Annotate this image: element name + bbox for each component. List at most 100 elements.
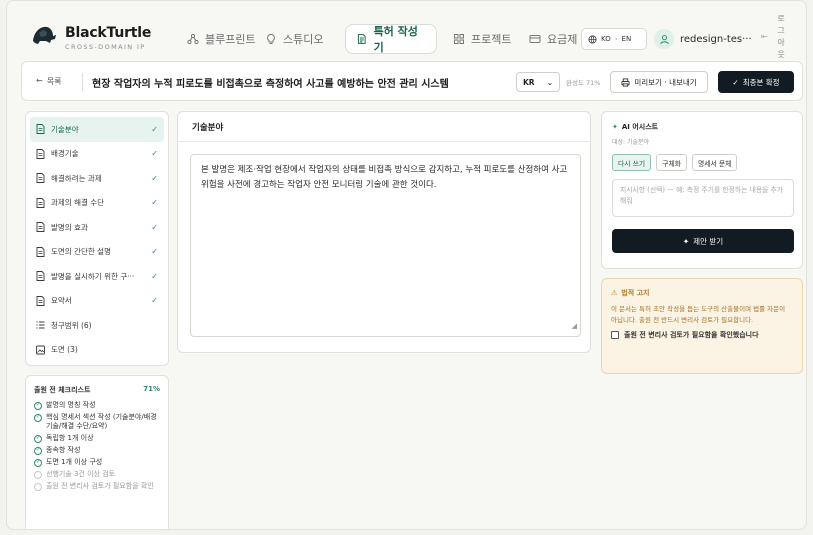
checklist-item-label: 독립항 1개 이상: [46, 434, 94, 442]
section-item-label: 발명의 효과: [51, 222, 88, 232]
document-icon: [36, 222, 45, 233]
section-item[interactable]: 도면 (3): [30, 338, 164, 363]
section-item[interactable]: 도면의 간단한 설명 ✓: [30, 240, 164, 265]
pre-filing-checklist: 출원 전 체크리스트 71% ✓ 발명의 명칭 작성 ✓ 핵심 명세서 섹션 작성 (…: [25, 375, 169, 529]
document-icon: [36, 197, 45, 208]
top-nav: BlackTurtle CROSS-DOMAIN IP 블루프린트 스튜디오 특…: [7, 1, 806, 59]
language-select[interactable]: KR ⌄: [516, 72, 560, 92]
section-item-label: 과제의 해결 수단: [51, 198, 105, 208]
preview-export-button[interactable]: 미리보기 · 내보내기: [610, 71, 708, 93]
section-item-label: 도면 (3): [51, 345, 78, 355]
checklist-percent: 71%: [143, 385, 160, 393]
document-title-bar: ← 목록 현장 작업자의 누적 피로도를 비접촉으로 측정하여 사고를 예방하는…: [21, 61, 803, 101]
legal-title-text: 법적 고지: [621, 289, 650, 297]
section-item-label: 배경기술: [51, 149, 79, 159]
section-list: 기술분야 ✓ 배경기술 ✓ 해결하려는 과제 ✓ 과제의 해결 수단 ✓ 발명의 효과 ✓ 도면의 …: [25, 111, 169, 366]
section-text: 본 발명은 제조·작업 현장에서 작업자의 상태를 비접촉 방식으로 감지하고,…: [201, 165, 568, 190]
section-item[interactable]: 청구범위 (6): [30, 313, 164, 338]
avatar: [654, 29, 674, 49]
section-item[interactable]: 해결하려는 과제 ✓: [30, 166, 164, 191]
attorney-review-checkbox[interactable]: 출원 전 변리사 검토가 필요함을 확인했습니다: [611, 330, 793, 340]
list-icon: [36, 320, 45, 330]
check-icon: ✓: [151, 296, 158, 306]
nav-tab-label: 프로젝트: [471, 33, 512, 46]
turtle-logo-icon: [33, 26, 56, 44]
section-item[interactable]: 과제의 해결 수단 ✓: [30, 191, 164, 216]
check-circle-icon: ✓: [34, 434, 42, 443]
checklist-item-label: 도면 1개 이상 구성: [46, 458, 103, 466]
document-icon: [36, 124, 45, 135]
checklist-item-label: 발명의 명칭 작성: [46, 401, 96, 409]
finalize-button[interactable]: ✓ 최종본 확정: [718, 71, 794, 93]
user-icon: [659, 34, 669, 44]
preview-label: 미리보기 · 내보내기: [634, 77, 697, 87]
document-title: 현장 작업자의 누적 피로도를 비접촉으로 측정하여 사고를 예방하는 안전 관…: [92, 79, 449, 90]
document-edit-icon: [357, 34, 366, 44]
check-icon: ✓: [151, 247, 158, 257]
lang-from: KO: [601, 35, 611, 43]
checklist-item-label: 종속항 작성: [46, 446, 81, 454]
nav-tab-patent-writer[interactable]: 특허 작성기: [345, 24, 437, 54]
back-to-list-link[interactable]: ← 목록: [36, 76, 61, 87]
get-suggestion-button[interactable]: ✦ 제안 받기: [612, 229, 794, 253]
lang-to: EN: [621, 35, 632, 43]
section-textarea[interactable]: 본 발명은 제조·작업 현장에서 작업자의 상태를 비접촉 방식으로 감지하고,…: [190, 154, 581, 337]
checklist-item-label: 핵심 명세서 섹션 작성 (기술분야/배경기술/해결 수단/요약): [46, 413, 157, 430]
document-icon: [36, 173, 45, 184]
resize-handle-icon[interactable]: ◢: [572, 319, 577, 334]
divider: [82, 73, 83, 91]
legal-notice-title: ⚠ 법적 고지: [611, 288, 793, 298]
mode-rewrite-button[interactable]: 다시 쓰기: [612, 154, 652, 171]
empty-circle-icon: [34, 482, 42, 491]
chevron-down-icon: ⌄: [546, 77, 553, 87]
checklist-header: 출원 전 체크리스트 71%: [34, 385, 160, 395]
checkbox-label: 출원 전 변리사 검토가 필요함을 확인했습니다: [624, 331, 759, 339]
nav-tab-label: 요금제: [547, 33, 578, 46]
check-icon: ✓: [151, 149, 158, 159]
logout-arrow-icon: ⇤: [761, 32, 768, 41]
document-icon: [36, 246, 45, 257]
language-toggle[interactable]: KO › EN: [581, 28, 647, 50]
completion-progress: 완성도 71%: [566, 79, 601, 87]
mode-spec-style-button[interactable]: 명세서 문체: [691, 154, 738, 171]
warning-icon: ⚠: [611, 289, 618, 297]
nav-tab-label: 블루프린트: [205, 33, 256, 46]
checkbox[interactable]: [611, 331, 619, 339]
check-circle-icon: ✓: [34, 458, 42, 467]
nav-tab-pricing[interactable]: 요금제: [519, 24, 587, 54]
section-item[interactable]: 배경기술 ✓: [30, 142, 164, 167]
check-circle-icon: ✓: [34, 446, 42, 455]
nav-tab-projects[interactable]: 프로젝트: [443, 24, 521, 54]
checklist-item: ✓ 발명의 명칭 작성: [34, 401, 160, 410]
brand-name[interactable]: BlackTurtle: [65, 25, 151, 41]
network-icon: [187, 33, 199, 45]
checklist-item: 선행기술 3건 이상 검토: [34, 470, 160, 479]
check-icon: ✓: [151, 173, 158, 183]
finalize-label: 최종본 확정: [742, 77, 780, 87]
ai-instruction-input[interactable]: 지시사항 (선택) — 예: 측정 주기를 한정하는 내용을 추가해줘: [612, 179, 794, 217]
lang-separator: ›: [614, 35, 618, 43]
document-icon: [36, 295, 45, 306]
checklist-item: ✓ 도면 1개 이상 구성: [34, 458, 160, 467]
checklist-item-label: 선행기술 3건 이상 검토: [46, 470, 116, 478]
section-item[interactable]: 요약서 ✓: [30, 289, 164, 314]
section-item[interactable]: 발명의 효과 ✓: [30, 215, 164, 240]
section-item[interactable]: 발명을 실시하기 위한 구··· ✓: [30, 264, 164, 289]
username: redesign-tes···: [680, 33, 752, 45]
nav-tab-blueprint[interactable]: 블루프린트: [177, 24, 266, 54]
section-item[interactable]: 기술분야 ✓: [30, 117, 164, 142]
legal-notice: ⚠ 법적 고지 이 문서는 특허 초안 작성을 돕는 도구의 산출물이며 법률 …: [601, 278, 803, 374]
check-icon: ✓: [151, 198, 158, 208]
check-icon: ✓: [151, 222, 158, 232]
arrow-left-icon: ←: [36, 76, 43, 85]
sparkle-icon: ✦: [612, 123, 618, 131]
ai-title-text: AI 어시스트: [621, 123, 659, 131]
nav-tab-studio[interactable]: 스튜디오: [255, 24, 333, 54]
check-icon: ✓: [151, 124, 158, 134]
globe-icon: [588, 34, 597, 44]
logout-link[interactable]: 로그아웃: [775, 13, 787, 61]
mode-elaborate-button[interactable]: 구체화: [656, 154, 687, 171]
user-menu[interactable]: redesign-tes···: [654, 27, 752, 51]
language-select-value: KR: [523, 77, 535, 87]
nav-tab-label: 스튜디오: [283, 33, 324, 46]
